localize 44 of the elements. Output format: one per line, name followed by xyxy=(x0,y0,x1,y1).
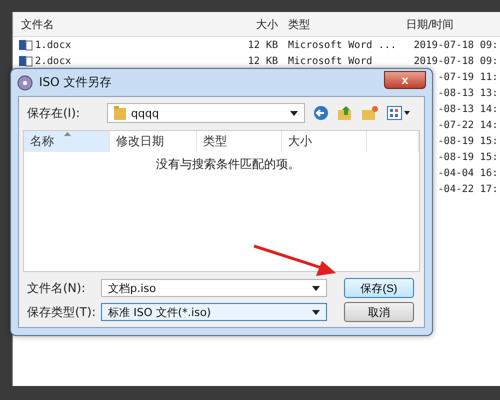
file-date: 2019-07-18 09: xyxy=(414,56,498,66)
back-icon[interactable] xyxy=(313,105,329,121)
file-date: 2019-07-18 09: xyxy=(414,40,498,50)
file-date: -08-13 14: xyxy=(438,104,498,114)
document-icon xyxy=(19,55,33,67)
dropdown-caret-icon xyxy=(290,110,298,116)
file-type: Microsoft Word ... xyxy=(288,40,396,50)
cancel-button[interactable]: 取消 xyxy=(344,302,414,322)
file-date: -08-19 15: xyxy=(438,152,498,162)
view-menu-icon[interactable] xyxy=(387,106,411,120)
filename-field[interactable]: 文档p.iso xyxy=(101,279,327,297)
close-button[interactable]: x xyxy=(384,70,426,88)
document-icon xyxy=(19,39,33,51)
column-header[interactable]: 日期/时间 xyxy=(406,16,500,32)
disc-icon xyxy=(17,74,33,90)
empty-message: 没有与搜索条件匹配的项。 xyxy=(156,157,300,171)
column-header[interactable]: 类型 xyxy=(278,16,406,32)
file-type: Microsoft Word xyxy=(288,56,372,66)
file-size: 12 KB xyxy=(248,40,278,50)
location-dropdown[interactable]: qqqq xyxy=(107,103,305,123)
sort-arrow-icon xyxy=(64,132,71,136)
up-folder-icon[interactable] xyxy=(337,105,353,121)
column-header[interactable]: 文件名 xyxy=(13,16,203,32)
file-date: -08-19 15: xyxy=(438,136,498,146)
file-type-dropdown[interactable]: 标准 ISO 文件(*.iso) xyxy=(101,303,327,321)
file-size: 12 KB xyxy=(248,56,278,66)
dropdown-caret-icon xyxy=(312,286,320,290)
location-label: 保存在(I): xyxy=(26,104,81,122)
dropdown-caret-icon xyxy=(312,310,320,314)
file-date: -07-22 14: xyxy=(438,120,498,130)
file-date: -04-22 17: xyxy=(438,184,498,194)
save-button[interactable]: 保存(S) xyxy=(344,278,414,298)
file-name: 1.docx xyxy=(35,40,72,50)
new-folder-icon[interactable] xyxy=(361,105,379,121)
column-header[interactable]: 大小 xyxy=(203,16,278,32)
file-name: 2.docx xyxy=(35,56,72,66)
file-date: -04-04 16: xyxy=(438,168,498,178)
column-header[interactable]: 名称 xyxy=(24,131,110,152)
file-type-label: 保存类型(T): xyxy=(26,304,97,320)
dialog-title: ISO 文件另存 xyxy=(39,74,112,91)
filename-label: 文件名(N): xyxy=(26,280,86,296)
file-date: -08-13 13: xyxy=(438,88,498,98)
file-date: -07-19 11: xyxy=(438,72,498,82)
folder-icon xyxy=(114,106,126,120)
